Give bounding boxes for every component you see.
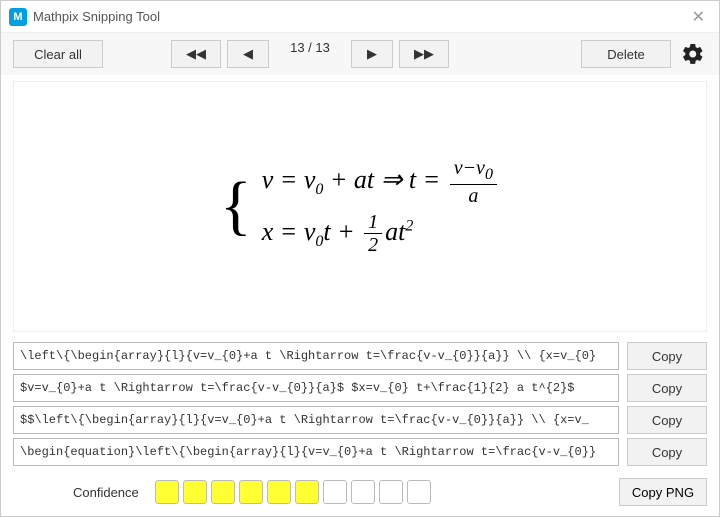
gear-icon [681, 42, 705, 66]
window-title: Mathpix Snipping Tool [33, 9, 160, 24]
footer: Confidence Copy PNG [1, 472, 719, 516]
confidence-box [295, 480, 319, 504]
confidence-box [155, 480, 179, 504]
settings-button[interactable] [679, 40, 707, 68]
close-icon[interactable]: ✕ [686, 7, 711, 27]
delete-button[interactable]: Delete [581, 40, 671, 68]
confidence-box [351, 480, 375, 504]
result-row: Copy [13, 406, 707, 434]
copy-button[interactable]: Copy [627, 374, 707, 402]
first-button[interactable]: ◀◀ [171, 40, 221, 68]
latex-output-input[interactable] [13, 342, 619, 370]
prev-button[interactable]: ◀ [227, 40, 269, 68]
result-row: Copy [13, 374, 707, 402]
last-button[interactable]: ▶▶ [399, 40, 449, 68]
confidence-label: Confidence [73, 485, 139, 500]
left-brace-icon: { [220, 175, 252, 238]
confidence-box [267, 480, 291, 504]
toolbar: Clear all ◀◀ ◀ 13 / 13 ▶ ▶▶ Delete [1, 33, 719, 75]
rewind-icon: ◀◀ [186, 46, 206, 62]
confidence-box [379, 480, 403, 504]
page-counter: 13 / 13 [275, 40, 345, 68]
equation-line-2: x = v0t + 12at2 [262, 211, 500, 257]
prev-icon: ◀ [243, 46, 253, 62]
next-button[interactable]: ▶ [351, 40, 393, 68]
next-icon: ▶ [367, 46, 377, 62]
confidence-box [323, 480, 347, 504]
nav-group: ◀◀ ◀ 13 / 13 ▶ ▶▶ [171, 40, 449, 68]
confidence-box [183, 480, 207, 504]
titlebar: M Mathpix Snipping Tool ✕ [1, 1, 719, 33]
copy-png-button[interactable]: Copy PNG [619, 478, 707, 506]
results-panel: Copy Copy Copy Copy [1, 338, 719, 472]
latex-output-input[interactable] [13, 406, 619, 434]
latex-output-input[interactable] [13, 374, 619, 402]
result-row: Copy [13, 342, 707, 370]
latex-output-input[interactable] [13, 438, 619, 466]
confidence-box [407, 480, 431, 504]
clear-all-button[interactable]: Clear all [13, 40, 103, 68]
app-window: M Mathpix Snipping Tool ✕ Clear all ◀◀ ◀… [0, 0, 720, 517]
confidence-meter [155, 480, 431, 504]
app-logo-icon: M [9, 8, 27, 26]
equation-line-1: v = v0 + at ⇒ t = v−v0a [262, 157, 500, 207]
fastforward-icon: ▶▶ [414, 46, 434, 62]
copy-button[interactable]: Copy [627, 406, 707, 434]
copy-button[interactable]: Copy [627, 342, 707, 370]
result-row: Copy [13, 438, 707, 466]
copy-button[interactable]: Copy [627, 438, 707, 466]
confidence-box [211, 480, 235, 504]
confidence-box [239, 480, 263, 504]
rendered-math: { v = v0 + at ⇒ t = v−v0a x = v0t + 12at… [220, 157, 500, 256]
equation-preview: { v = v0 + at ⇒ t = v−v0a x = v0t + 12at… [13, 81, 707, 332]
